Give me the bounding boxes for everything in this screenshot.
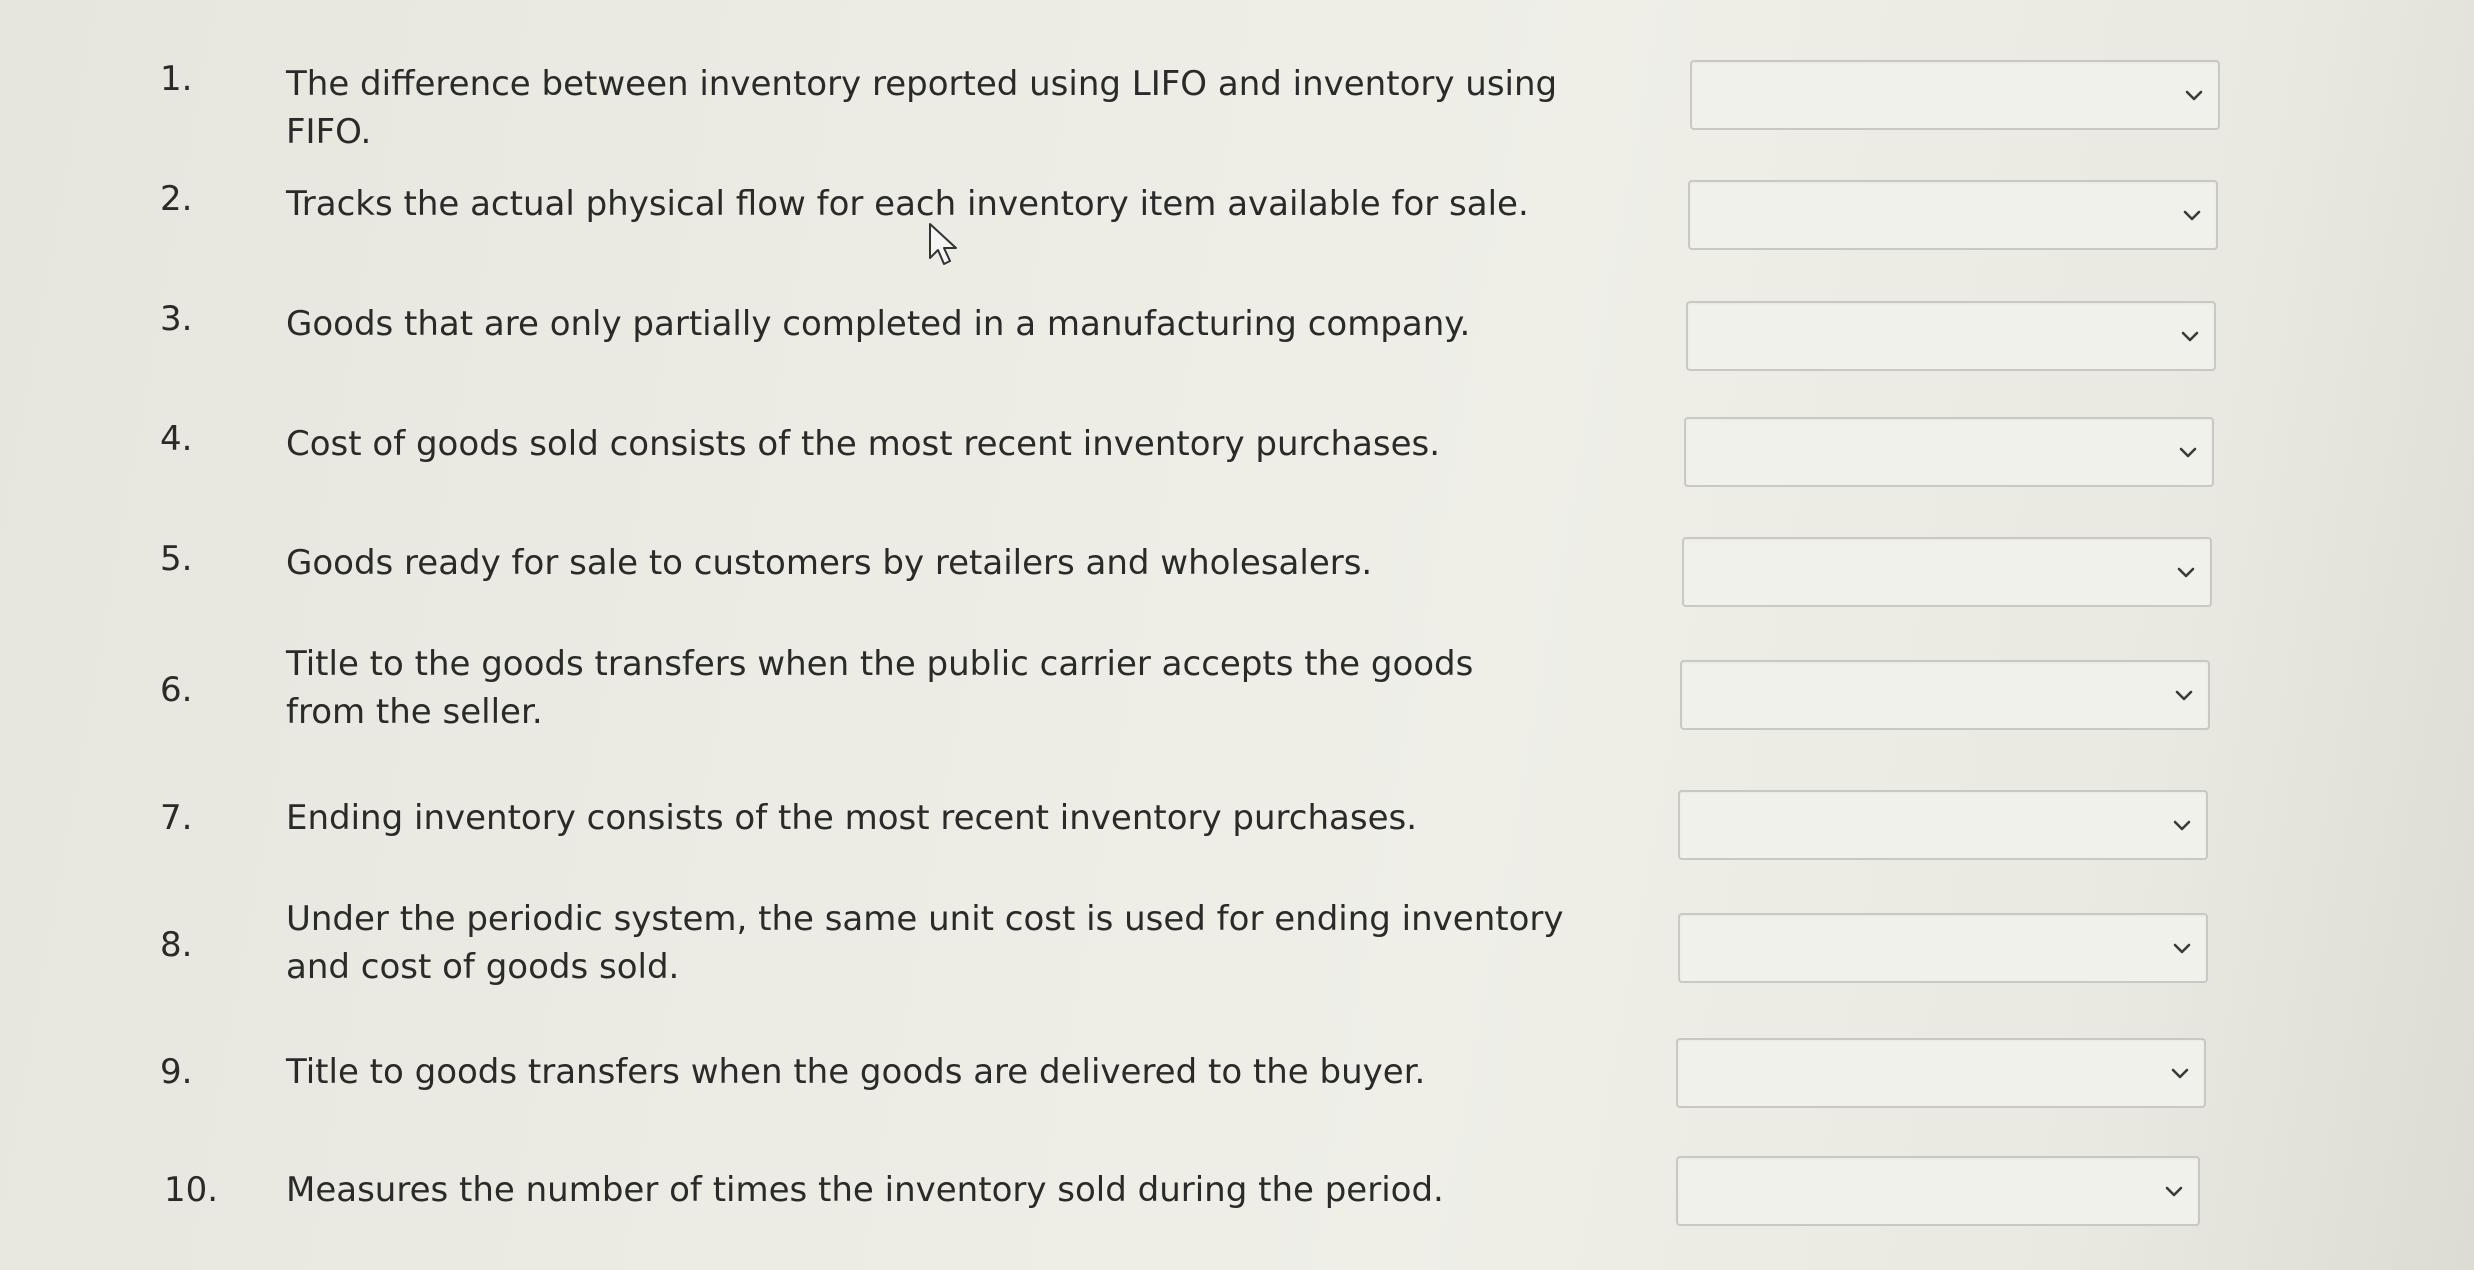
chevron-down-icon: [2173, 820, 2191, 831]
question-text: Cost of goods sold consists of the most …: [286, 424, 1441, 464]
question-number: 6.: [160, 670, 193, 710]
question-number: 2.: [160, 179, 193, 219]
answer-select-2[interactable]: [1688, 180, 2218, 250]
question-number: 3.: [160, 299, 193, 339]
answer-select-5[interactable]: [1682, 537, 2212, 607]
question-number: 4.: [160, 419, 193, 459]
answer-select-10[interactable]: [1676, 1156, 2200, 1226]
answer-select-7[interactable]: [1678, 790, 2208, 860]
answer-select-1[interactable]: [1690, 60, 2220, 130]
answer-select-6[interactable]: [1680, 660, 2210, 730]
question-text: Measures the number of times the invento…: [286, 1170, 1444, 1210]
chevron-down-icon: [2185, 90, 2203, 101]
chevron-down-icon: [2177, 567, 2195, 578]
answer-select-3[interactable]: [1686, 301, 2216, 371]
answer-select-8[interactable]: [1678, 913, 2208, 983]
question-number: 1.: [160, 59, 193, 99]
question-number: 10.: [164, 1170, 219, 1210]
question-list: 1. The difference between inventory repo…: [0, 0, 2474, 1270]
question-text: Ending inventory consists of the most re…: [286, 798, 1418, 838]
chevron-down-icon: [2171, 1068, 2189, 1079]
chevron-down-icon: [2173, 943, 2191, 954]
mouse-pointer-icon: [929, 223, 957, 265]
question-text: Goods ready for sale to customers by ret…: [286, 543, 1373, 583]
question-number: 9.: [160, 1052, 193, 1092]
question-number: 5.: [160, 539, 193, 579]
question-number: 8.: [160, 925, 193, 965]
answer-select-4[interactable]: [1684, 417, 2214, 487]
question-text: The difference between inventory reporte…: [286, 64, 1558, 152]
question-text: Tracks the actual physical flow for each…: [286, 184, 1529, 224]
question-text: Title to goods transfers when the goods …: [286, 1052, 1426, 1092]
chevron-down-icon: [2165, 1186, 2183, 1197]
question-number: 7.: [160, 798, 193, 838]
chevron-down-icon: [2183, 210, 2201, 221]
question-text: Under the periodic system, the same unit…: [286, 899, 1564, 987]
question-text: Goods that are only partially completed …: [286, 304, 1471, 344]
chevron-down-icon: [2181, 331, 2199, 342]
answer-select-9[interactable]: [1676, 1038, 2206, 1108]
chevron-down-icon: [2175, 690, 2193, 701]
chevron-down-icon: [2179, 447, 2197, 458]
question-text: Title to the goods transfers when the pu…: [286, 644, 1474, 732]
